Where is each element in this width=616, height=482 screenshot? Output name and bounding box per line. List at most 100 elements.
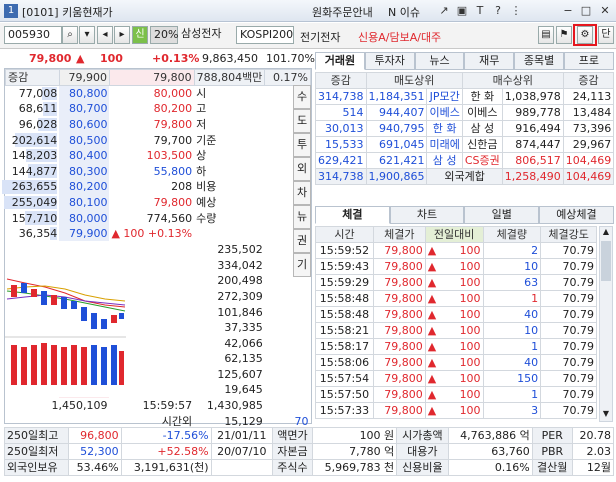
ask-price[interactable]: 80,000 — [59, 210, 110, 226]
ask-price[interactable]: 80,500 — [59, 132, 110, 148]
scroll-down-icon[interactable]: ▼ — [600, 409, 612, 421]
trade-strength: 70.79 — [540, 386, 597, 403]
search-icon[interactable]: ⌕ — [62, 26, 78, 44]
next-icon[interactable]: ▸ — [114, 26, 130, 44]
gear-icon[interactable]: ⚙ — [577, 26, 593, 44]
ask-price[interactable]: 80,100 — [59, 194, 110, 211]
ask-row: 263,655 80,200 208 비용 — [2, 179, 311, 195]
footer-cell[interactable]: PBR — [531, 443, 573, 460]
speaker-icon[interactable]: ◂ — [97, 26, 113, 44]
link-icon[interactable]: ↗ — [436, 3, 452, 19]
flag-icon[interactable]: ⚑ — [556, 26, 572, 44]
tab-trades-0[interactable]: 체결 — [315, 206, 390, 224]
side-button[interactable]: 권 — [293, 229, 311, 253]
side-button[interactable]: 수 — [293, 85, 311, 109]
tab-trades-1[interactable]: 차트 — [389, 206, 465, 224]
broker-buy-name[interactable]: CS증권 — [461, 152, 503, 169]
tab-trades-2[interactable]: 일별 — [464, 206, 540, 224]
menu-icon[interactable]: ⋮ — [508, 3, 524, 19]
broker-sell-name[interactable]: 삼 성 — [426, 152, 463, 169]
trades-head-price: 체결가 — [372, 226, 426, 243]
tab-trader-5[interactable]: 프로 — [564, 52, 614, 70]
footer-cell[interactable]: PER — [531, 427, 573, 444]
single-button[interactable]: 단 — [598, 26, 614, 44]
scroll-thumb[interactable] — [601, 241, 611, 281]
side-button[interactable]: 차 — [293, 181, 311, 205]
ask-price[interactable]: 80,600 — [59, 116, 110, 133]
up-arrow-icon: ▲ — [427, 260, 437, 273]
side-button[interactable]: 외 — [293, 157, 311, 181]
foreign-total-sell: 1,900,865 — [365, 168, 428, 185]
trade-diff-value: 100 — [459, 372, 481, 385]
trade-qty: 10 — [482, 322, 542, 339]
ask-price[interactable]: 80,800 — [59, 85, 110, 102]
ask-price[interactable]: 79,900 — [59, 225, 110, 242]
trades-head-time: 시간 — [315, 226, 374, 243]
trade-diff-value: 100 — [459, 356, 481, 369]
ask-qty: 148,203 — [6, 148, 60, 164]
side-button[interactable]: 뉴 — [293, 205, 311, 229]
broker-buy-name[interactable]: 한 화 — [461, 88, 503, 105]
broker-sell-name[interactable]: JP모간 — [426, 88, 463, 105]
info-key: 수량 — [196, 211, 217, 225]
ask-qty-text: 36,354 — [18, 227, 58, 241]
ask-qty: 202,614 — [6, 132, 60, 148]
side-button[interactable]: 투 — [293, 133, 311, 157]
trade-diff-value: 100 — [459, 260, 481, 273]
side-button[interactable]: 기 — [293, 253, 311, 277]
broker-buy-name[interactable]: 신한금 — [461, 136, 503, 153]
footer-row: 외국인보유 53.46% 3,191,631(천) 주식수 5,969,783 천 신용비… — [4, 459, 615, 476]
footer-cell[interactable]: 결산월 — [531, 459, 573, 476]
trade-diff-value: 100 — [459, 404, 481, 417]
broker-sell-name[interactable]: 미래에 — [426, 136, 463, 153]
issue-link[interactable]: N 이슈 — [388, 4, 420, 20]
broker-sell-name[interactable]: 한 화 — [426, 120, 463, 137]
up-arrow-icon: ▲ — [427, 292, 437, 305]
lock-icon[interactable]: ▣ — [454, 3, 470, 19]
broker-sell-name[interactable]: 이베스 — [426, 104, 463, 121]
broker-buy-name[interactable]: 이베스 — [461, 104, 503, 121]
broker-buy-qty: 806,517 — [501, 152, 564, 169]
tab-trader-2[interactable]: 뉴스 — [414, 52, 465, 70]
footer-row: 250일최고 96,800 -17.56% 21/01/11 액면가 100 원 시가총액 4… — [4, 427, 615, 444]
trades-scrollbar[interactable]: ▲ ▼ — [599, 226, 613, 422]
trade-time: 15:58:06 — [315, 354, 374, 371]
ask-price[interactable]: 80,400 — [59, 147, 110, 164]
tab-trades-3[interactable]: 예상체결 — [539, 206, 614, 224]
ask-price[interactable]: 80,700 — [59, 101, 110, 117]
trade-diff: ▲ 100 — [424, 258, 484, 275]
tab-trader-1[interactable]: 투자자 — [364, 52, 415, 70]
minimize-icon[interactable]: − — [560, 3, 576, 19]
ask-qty: 68,611 — [6, 101, 60, 117]
tab-trader-3[interactable]: 재무 — [464, 52, 515, 70]
maximize-icon[interactable]: □ — [578, 3, 594, 19]
trade-time: 15:57:54 — [315, 370, 374, 387]
help-icon[interactable]: ? — [490, 3, 506, 19]
footer-cell: 신용비율 — [396, 459, 449, 476]
broker-sell-qty: 944,407 — [365, 104, 428, 121]
trades-head-diff: 전일대비 — [424, 226, 484, 243]
chevron-down-icon[interactable]: ▾ — [79, 26, 95, 44]
broker-buy-name[interactable]: 삼 성 — [461, 120, 503, 137]
stock-code-input[interactable]: 005930 — [4, 26, 62, 44]
text-icon[interactable]: T — [472, 3, 488, 19]
trade-price: 79,800 — [372, 290, 426, 307]
tab-trader-0[interactable]: 거래원 — [315, 52, 365, 70]
broker-sell-qty: 691,045 — [365, 136, 428, 153]
close-icon[interactable]: ✕ — [597, 3, 613, 19]
ask-price[interactable]: 80,200 — [59, 179, 110, 195]
tab-trader-4[interactable]: 종목별 — [514, 52, 564, 70]
ask-row: 148,203 80,400 103,500 상 — [6, 147, 311, 164]
side-button[interactable]: 도 — [293, 109, 311, 133]
footer-table: 250일최고 96,800 -17.56% 21/01/11 액면가 100 원 시가총액 4… — [4, 427, 615, 476]
trade-row: 15:59:29 79,800 ▲ 100 63 70.79 — [315, 274, 597, 291]
credit-button[interactable]: 신 — [132, 26, 148, 44]
trade-price: 79,800 — [372, 354, 426, 371]
ask-qty: 36,354 — [6, 226, 60, 242]
trade-diff-value: 100 — [459, 388, 481, 401]
ob-header-pct: 0.17% — [264, 69, 311, 86]
ask-price[interactable]: 80,300 — [59, 163, 110, 180]
doc-icon[interactable]: ▤ — [538, 26, 554, 44]
order-guide-link[interactable]: 원화주문안내 — [312, 4, 373, 20]
scroll-up-icon[interactable]: ▲ — [600, 227, 612, 239]
